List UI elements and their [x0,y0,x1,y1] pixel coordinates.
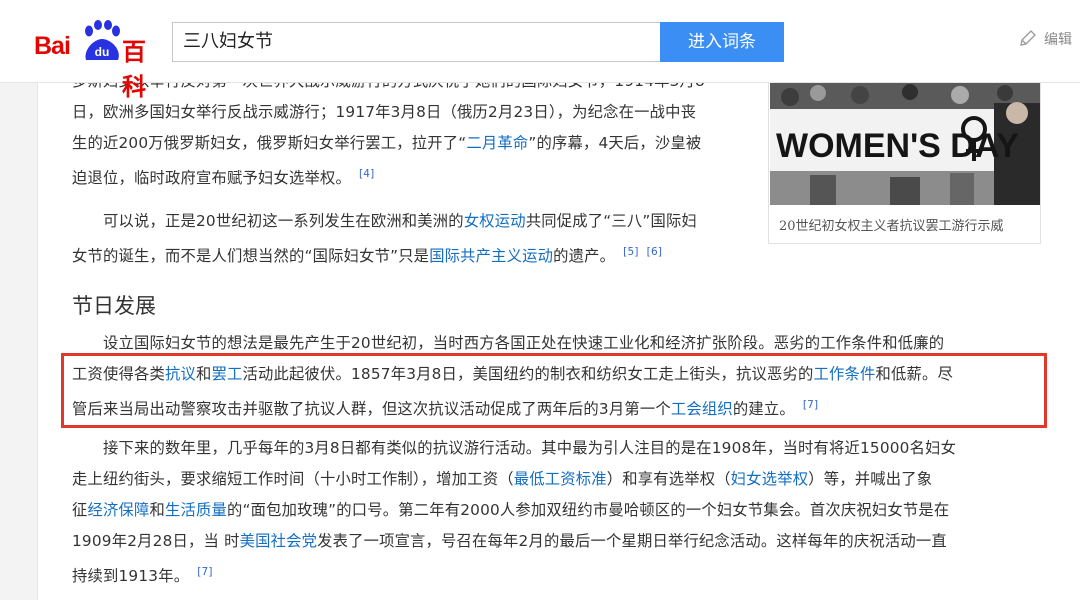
paragraph-1: 多斯妇女以举行反对第一次世界大战示威游行的方式庆祝了她们的国际妇女节，1914年… [72,66,764,194]
pencil-icon [1020,30,1036,46]
text: 迫退位，临时政府宣布赋予妇女选举权。 [72,169,351,187]
text: 1909年2月28日，当 时 [72,532,240,550]
text: 发表了一项宣言，号召在每年2月的最后一个星期日举行纪念活动。这样每年的庆祝活动一… [317,532,947,550]
text: 日，欧洲多国妇女举行反战示威游行；1917年3月8日（俄历2月23日），为纪念在… [72,103,697,121]
text: 持续到1913年。 [72,567,190,585]
text: 管后来当局出动警察攻击并驱散了抗议人群，但这次抗议活动促成了两年后的3月第一个 [72,400,671,418]
text: 和 [195,365,212,383]
text: 接下来的数年里，几乎每年的3月8日都有类似的抗议游行活动。其中最为引人注目的是在… [103,439,957,457]
paragraph-3: 设立国际妇女节的想法是最先产生于20世纪初，当时西方各国正处在快速工业化和经济扩… [72,328,1038,425]
link-february-revolution[interactable]: 二月革命 [466,134,528,152]
section-title: 节日发展 [72,294,156,318]
text: 的“面包加玫瑰”的口号。第二年有2000人参加双纽约市曼哈顿区的一个妇女节集会。… [227,501,950,519]
top-header: Bai du 百科 进入词条 编辑 [0,0,1080,101]
link-minimum-wage[interactable]: 最低工资标准 [514,470,607,488]
logo-text-du: du [95,45,110,59]
text: 工资使得各类 [72,365,165,383]
baidu-baike-logo[interactable]: Bai du 百科 [34,20,164,101]
reference-4[interactable]: [4] [359,168,374,180]
text: 和 [149,501,165,519]
text: 征 [72,501,88,519]
link-labor-union[interactable]: 工会组织 [671,400,733,418]
text: 的遗产。 [553,247,616,265]
search-box[interactable] [172,22,660,62]
text: 和低薪。尽 [875,365,953,383]
paw-icon: du [85,20,120,60]
text: ）等，并喊出了象 [808,470,933,488]
protest-photo: WOMEN'S DAY [770,83,1040,205]
text: 可以说，正是20世纪初这一系列发生在欧洲和美洲的 [103,212,464,230]
reference-6[interactable]: [6] [647,246,662,258]
link-protest[interactable]: 抗议 [165,365,196,383]
text: 女节的诞生，而不是人们想当然的“国际妇女节”只是 [72,247,430,265]
text: 共同促成了“三八”国际妇 [525,212,698,230]
text: 的建立。 [732,400,795,418]
enter-entry-button[interactable]: 进入词条 [660,22,784,62]
text: 生的近200万俄罗斯妇女，俄罗斯妇女举行罢工，拉开了“ [72,134,467,152]
logo-text-bai: Bai [34,32,71,60]
image-caption: 20世纪初女权主义者抗议罢工游行示威 [779,219,1004,234]
edit-link[interactable]: 编辑 [1018,28,1072,50]
link-economic-security[interactable]: 经济保障 [88,501,150,519]
link-working-conditions[interactable]: 工作条件 [813,365,875,383]
link-quality-of-life[interactable]: 生活质量 [165,501,227,519]
link-international-communist-movement[interactable]: 国际共产主义运动 [429,247,553,265]
reference-7[interactable]: [7] [803,399,818,411]
search-input[interactable] [183,23,643,61]
left-gutter [0,0,38,600]
paragraph-4: 接下来的数年里，几乎每年的3月8日都有类似的抗议游行活动。其中最为引人注目的是在… [72,433,1038,592]
link-socialist-party-of-america[interactable]: 美国社会党 [240,532,318,550]
reference-5[interactable]: [5] [623,246,638,258]
link-womens-suffrage[interactable]: 妇女选举权 [731,470,809,488]
edit-label: 编辑 [1044,32,1072,48]
text: ”的序幕，4天后，沙皇被 [528,134,702,152]
article-image[interactable]: WOMEN'S DAY 20世纪初女权主义者抗议罢工游行示威 [768,82,1041,244]
text: 走上纽约街头，要求缩短工作时间（十小时工作制），增加工资（ [72,470,514,488]
link-feminist-movement[interactable]: 女权运动 [464,212,526,230]
logo-text-baike: 百科 [122,38,146,101]
reference-7[interactable]: [7] [197,566,212,578]
text: 活动此起彼伏。1857年3月8日，美国纽约的制衣和纺织女工走上街头，抗议恶劣的 [242,365,814,383]
text: ）和享有选举权（ [606,470,731,488]
paragraph-2: 可以说，正是20世纪初这一系列发生在欧洲和美洲的女权运动共同促成了“三八”国际妇… [72,206,764,272]
link-strike[interactable]: 罢工 [211,365,242,383]
text: 设立国际妇女节的想法是最先产生于20世纪初，当时西方各国正处在快速工业化和经济扩… [103,334,945,352]
